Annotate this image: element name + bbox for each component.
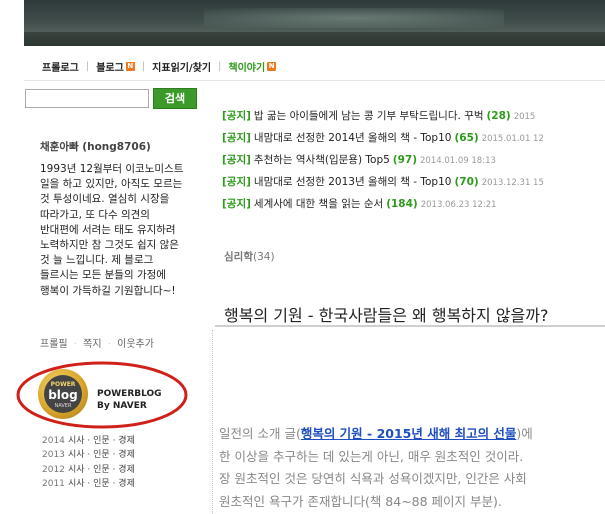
notice-date: 2013.12.31 15	[481, 178, 544, 188]
new-badge-icon: N	[267, 61, 277, 71]
post-body-line: 일전의 소개 글(행복의 기원 - 2015년 새해 최고의 선물)에	[219, 426, 533, 441]
notice-item[interactable]: [공지] 추천하는 역사책(입문용) Top5 (97) 2014.01.09 18:…	[222, 152, 605, 174]
nav-separator: |	[218, 60, 222, 72]
notice-tag: [공지]	[222, 110, 251, 122]
search-button[interactable]: 검색	[153, 88, 197, 109]
header-photo	[24, 0, 605, 46]
notice-title[interactable]: 밥 굶는 아이들에게 남는 콩 기부 부탁드립니다. 꾸벅	[254, 110, 484, 122]
notice-title[interactable]: 추천하는 역사책(입문용) Top5	[254, 154, 390, 166]
notice-date: 2014.01.09 18:13	[420, 156, 496, 166]
notice-title[interactable]: 내맘대로 선정한 2014년 올해의 책 - Top10	[254, 132, 452, 144]
powerblog-years: 2014 시사 · 인문 · 경제 2013 시사 · 인문 · 경제 2012 시사…	[42, 434, 135, 491]
add-neighbor-link[interactable]: 이웃추가	[117, 339, 154, 350]
notice-item[interactable]: [공지] 내맘대로 선정한 2013년 올해의 책 - Top10 (70) 2013…	[222, 174, 605, 196]
comment-count[interactable]: (184)	[386, 198, 418, 210]
notice-tag: [공지]	[222, 198, 251, 210]
notice-tag: [공지]	[222, 132, 251, 144]
comment-count[interactable]: (65)	[454, 132, 478, 144]
notice-item[interactable]: [공지] 세계사에 대한 책을 읽는 순서 (184) 2013.06.23 12:2…	[222, 196, 605, 218]
comment-count[interactable]: (97)	[393, 154, 417, 166]
nav-divider	[24, 80, 605, 81]
comment-count[interactable]: (28)	[486, 110, 510, 122]
powerblog-year-row: 2012 시사 · 인문 · 경제	[42, 464, 135, 475]
notice-item[interactable]: [공지] 밥 굶는 아이들에게 남는 콩 기부 부탁드립니다. 꾸벅 (28) 201…	[222, 108, 605, 130]
nav-item-books[interactable]: 책이야기	[228, 59, 265, 74]
profile-links: 프롤필 · 쪽지 · 이웃추가	[40, 335, 154, 350]
notice-item[interactable]: [공지] 내맘대로 선정한 2014년 올해의 책 - Top10 (65) 2015…	[222, 130, 605, 152]
notice-title[interactable]: 세계사에 대한 책을 읽는 순서	[254, 198, 383, 210]
post-body: 일전의 소개 글(행복의 기원 - 2015년 새해 최고의 선물)에 한 이상…	[219, 423, 605, 513]
profile-link[interactable]: 프롤필	[40, 339, 68, 350]
top-nav: 프롤로그 | 블로그 N | 지표읽기/찾기 | 책이야기 N	[42, 59, 277, 74]
post-body-line: 원초적인 욕구가 존재합니다(책 84~88 페이지 부분).	[219, 493, 502, 509]
notice-date: 2015.01.01 12	[481, 134, 544, 144]
link-separator: ·	[107, 339, 111, 350]
post-inline-link[interactable]: 행복의 기원 - 2015년 새해 최고의 선물	[301, 426, 517, 441]
header-ridge	[24, 32, 605, 46]
nav-item-prologue[interactable]: 프롤로그	[42, 59, 79, 74]
category-label[interactable]: 심리학(34)	[224, 249, 275, 264]
comment-count[interactable]: (70)	[454, 176, 478, 188]
message-link[interactable]: 쪽지	[83, 339, 101, 350]
notice-tag: [공지]	[222, 176, 251, 188]
category-name: 심리학	[224, 251, 253, 263]
notice-title[interactable]: 내맘대로 선정한 2013년 올해의 책 - Top10	[254, 176, 452, 188]
nav-separator: |	[85, 60, 90, 72]
profile-bio: 1993년 12월부터 이코노미스트 일을 하고 있지만, 아직도 모르는 것 …	[40, 163, 184, 297]
powerblog-year-row: 2014 시사 · 인문 · 경제	[42, 436, 135, 446]
nav-item-indicators[interactable]: 지표읽기/찾기	[152, 59, 211, 74]
post-body-line: 장 원초적인 것은 당연히 식욕과 성욕이겠지만, 인간은 사회	[219, 471, 527, 486]
search-input[interactable]	[25, 89, 149, 108]
notice-date: 2013.06.23 12:21	[420, 200, 497, 210]
content-dotted-border	[212, 330, 213, 514]
category-count: (34)	[252, 251, 275, 263]
notice-date: 2015	[513, 112, 536, 122]
powerblog-year-row: 2011 시사 · 인문 · 경제	[42, 478, 135, 489]
notice-list: [공지] 밥 굶는 아이들에게 남는 콩 기부 부탁드립니다. 꾸벅 (28) 201…	[222, 108, 605, 218]
post-title-divider	[215, 325, 605, 327]
nav-item-blog[interactable]: 블로그	[96, 59, 124, 74]
powerblog-year-row: 2013 시사 · 인문 · 경제	[42, 450, 135, 461]
new-badge-icon: N	[125, 61, 135, 71]
post-body-line: 한 이상을 추구하는 데 있는게 아닌, 매우 원초적인 것이라.	[219, 448, 524, 464]
link-separator: ·	[73, 339, 77, 350]
post-title[interactable]: 행복의 기원 - 한국사람들은 왜 행복하지 않을까?	[224, 302, 548, 326]
header-glow	[204, 8, 504, 28]
notice-tag: [공지]	[222, 154, 251, 166]
profile-name: 채훈아빠 (hong8706)	[40, 141, 151, 153]
highlight-circle	[16, 361, 188, 429]
nav-separator: |	[141, 60, 146, 72]
